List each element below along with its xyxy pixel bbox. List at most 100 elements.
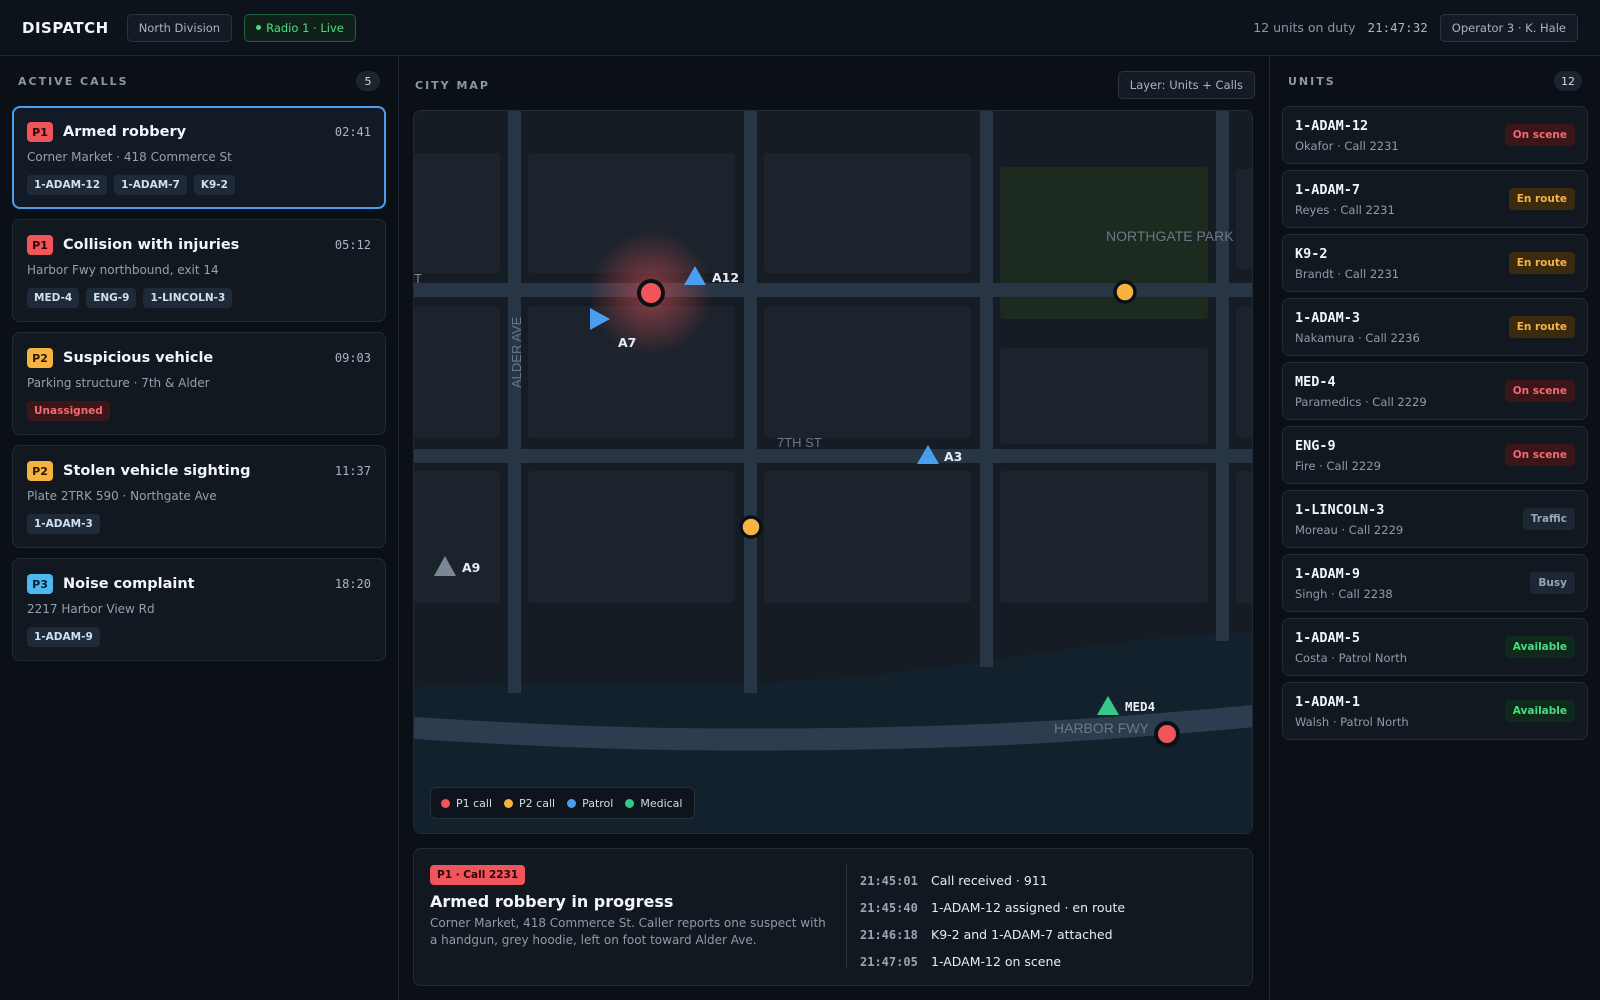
call-address: Harbor Fwy northbound, exit 14 bbox=[27, 263, 219, 277]
unit-assignment: Fire · Call 2229 bbox=[1295, 458, 1381, 473]
timeline-time: 21:46:18 bbox=[860, 927, 918, 942]
units-count: 12 bbox=[1554, 71, 1582, 91]
call-elapsed: 11:37 bbox=[334, 464, 371, 478]
timeline-entry: 21:45:40 1-ADAM-12 assigned · en route bbox=[860, 894, 1240, 921]
unit-id: ENG-9 bbox=[1295, 437, 1336, 454]
call-detail-title: Armed robbery in progress bbox=[430, 892, 674, 911]
unit-card-1-adam-7[interactable]: 1-ADAM-7 Reyes · Call 2231 En route bbox=[1282, 170, 1588, 228]
legend-medical: Medical bbox=[625, 797, 682, 810]
status-badge: On scene bbox=[1504, 380, 1575, 402]
top-bar: DISPATCH North Division Radio 1 · Live 1… bbox=[0, 0, 1600, 56]
radio-status[interactable]: Radio 1 · Live bbox=[244, 13, 356, 42]
call-address: 2217 Harbor View Rd bbox=[27, 602, 155, 616]
status-badge: Available bbox=[1504, 636, 1575, 658]
radio-label: Radio 1 · Live bbox=[266, 20, 344, 35]
active-calls-title: ACTIVE CALLS bbox=[18, 74, 129, 88]
unit-card-1-lincoln-3[interactable]: 1-LINCOLN-3 Moreau · Call 2229 Traffic bbox=[1282, 490, 1588, 548]
priority-badge: P3 bbox=[27, 574, 53, 594]
call-card-stolen-vehicle[interactable]: P2 Stolen vehicle sighting 11:37 Plate 2… bbox=[12, 445, 386, 548]
unit-card-1-adam-1[interactable]: 1-ADAM-1 Walsh · Patrol North Available bbox=[1282, 682, 1588, 740]
timeline-entry: 21:45:01 Call received · 911 bbox=[860, 867, 1240, 894]
active-calls-panel: ACTIVE CALLS 5 P1 Armed robbery 02:41 Co… bbox=[0, 56, 399, 1000]
units-header: UNITS 12 bbox=[1282, 56, 1588, 106]
unit-id: 1-LINCOLN-3 bbox=[1295, 501, 1385, 518]
city-map[interactable]: T ALDER AVE 7TH ST NORTHGATE PARK HARBOR… bbox=[413, 110, 1253, 834]
unit-assignment: Brandt · Call 2231 bbox=[1295, 266, 1400, 281]
unit-card-med-4[interactable]: MED-4 Paramedics · Call 2229 On scene bbox=[1282, 362, 1588, 420]
operator-menu[interactable]: Operator 3 · K. Hale bbox=[1439, 13, 1578, 42]
call-card-armed-robbery[interactable]: P1 Armed robbery 02:41 Corner Market · 4… bbox=[12, 106, 386, 209]
call-elapsed: 05:12 bbox=[334, 238, 371, 252]
unit-assignment: Singh · Call 2238 bbox=[1295, 586, 1393, 601]
unit-assignment: Paramedics · Call 2229 bbox=[1295, 394, 1427, 409]
units-title: UNITS bbox=[1288, 74, 1336, 88]
timeline-time: 21:47:05 bbox=[860, 954, 918, 969]
unit-tag[interactable]: 1-ADAM-7 bbox=[114, 175, 187, 195]
street-label-harbor: HARBOR FWY bbox=[1054, 720, 1150, 736]
timeline-entry: 21:47:05 1-ADAM-12 on scene bbox=[860, 948, 1240, 975]
unit-card-1-adam-3[interactable]: 1-ADAM-3 Nakamura · Call 2236 En route bbox=[1282, 298, 1588, 356]
timeline-text: 1-ADAM-12 on scene bbox=[931, 954, 1062, 969]
status-badge: Available bbox=[1504, 700, 1575, 722]
layer-toggle-button[interactable]: Layer: Units + Calls bbox=[1117, 71, 1255, 99]
unit-tag[interactable]: K9-2 bbox=[193, 175, 235, 195]
call-title: Stolen vehicle sighting bbox=[63, 463, 251, 479]
p2-call-marker[interactable] bbox=[739, 515, 763, 539]
unit-tag[interactable]: 1-LINCOLN-3 bbox=[143, 288, 233, 308]
call-elapsed: 02:41 bbox=[334, 125, 371, 139]
status-badge: On scene bbox=[1504, 124, 1575, 146]
unit-assignment: Walsh · Patrol North bbox=[1295, 714, 1409, 729]
units-on-duty: 12 units on duty bbox=[1253, 20, 1356, 35]
timeline-text: K9-2 and 1-ADAM-7 attached bbox=[931, 927, 1113, 942]
timeline-text: Call received · 911 bbox=[931, 873, 1048, 888]
unit-label-a9: A9 bbox=[462, 560, 480, 575]
status-badge: Traffic bbox=[1522, 508, 1575, 530]
call-address: Corner Market · 418 Commerce St bbox=[27, 150, 232, 164]
legend-p1: P1 call bbox=[441, 797, 492, 810]
p1-dot-icon bbox=[441, 798, 450, 808]
status-badge: En route bbox=[1508, 252, 1575, 274]
call-title: Collision with injuries bbox=[63, 237, 240, 253]
unit-id: 1-ADAM-7 bbox=[1295, 181, 1361, 198]
unit-assignment: Moreau · Call 2229 bbox=[1295, 522, 1404, 537]
priority-badge: P1 bbox=[27, 235, 53, 255]
unit-id: 1-ADAM-9 bbox=[1295, 565, 1361, 582]
unit-id: 1-ADAM-12 bbox=[1295, 117, 1369, 134]
status-badge: Busy bbox=[1530, 572, 1575, 594]
status-badge: On scene bbox=[1504, 444, 1575, 466]
units-panel: UNITS 12 1-ADAM-12 Okafor · Call 2231 On… bbox=[1270, 56, 1600, 1000]
call-card-noise-complaint[interactable]: P3 Noise complaint 18:20 2217 Harbor Vie… bbox=[12, 558, 386, 661]
call-card-suspicious-vehicle[interactable]: P2 Suspicious vehicle 09:03 Parking stru… bbox=[12, 332, 386, 435]
legend-p2: P2 call bbox=[504, 797, 555, 810]
unit-tag[interactable]: MED-4 bbox=[27, 288, 80, 308]
unit-tag[interactable]: 1-ADAM-3 bbox=[27, 514, 100, 534]
p2-call-marker[interactable] bbox=[1113, 280, 1137, 304]
unit-card-eng-9[interactable]: ENG-9 Fire · Call 2229 On scene bbox=[1282, 426, 1588, 484]
p1-call-marker[interactable] bbox=[637, 279, 665, 307]
unit-id: K9-2 bbox=[1295, 245, 1328, 262]
unit-tag[interactable]: ENG-9 bbox=[86, 288, 137, 308]
unit-card-1-adam-5[interactable]: 1-ADAM-5 Costa · Patrol North Available bbox=[1282, 618, 1588, 676]
unit-card-k9-2[interactable]: K9-2 Brandt · Call 2231 En route bbox=[1282, 234, 1588, 292]
map-canvas[interactable]: T ALDER AVE 7TH ST NORTHGATE PARK HARBOR… bbox=[414, 111, 1253, 834]
timeline-time: 21:45:40 bbox=[860, 900, 918, 915]
unit-id: 1-ADAM-3 bbox=[1295, 309, 1361, 326]
app-title: DISPATCH bbox=[22, 18, 109, 37]
call-id-badge: P1 · Call 2231 bbox=[430, 865, 526, 885]
division-selector[interactable]: North Division bbox=[126, 13, 233, 42]
p1-call-marker[interactable] bbox=[1154, 721, 1180, 747]
unit-card-1-adam-9[interactable]: 1-ADAM-9 Singh · Call 2238 Busy bbox=[1282, 554, 1588, 612]
unit-tag[interactable]: 1-ADAM-9 bbox=[27, 627, 100, 647]
unit-card-1-adam-12[interactable]: 1-ADAM-12 Okafor · Call 2231 On scene bbox=[1282, 106, 1588, 164]
status-badge: En route bbox=[1508, 188, 1575, 210]
unit-tag[interactable]: 1-ADAM-12 bbox=[27, 175, 108, 195]
unit-id: 1-ADAM-1 bbox=[1295, 693, 1361, 710]
unassigned-badge: Unassigned bbox=[27, 401, 110, 421]
clock: 21:47:32 bbox=[1367, 20, 1428, 35]
map-panel: CITY MAP Layer: Units + Calls T ALDER AV… bbox=[399, 56, 1270, 1000]
status-badge: En route bbox=[1508, 316, 1575, 338]
map-legend: P1 call P2 call Patrol Medical bbox=[430, 787, 696, 819]
call-title: Armed robbery bbox=[63, 124, 187, 140]
unit-label-a7: A7 bbox=[618, 335, 636, 350]
call-card-collision[interactable]: P1 Collision with injuries 05:12 Harbor … bbox=[12, 219, 386, 322]
